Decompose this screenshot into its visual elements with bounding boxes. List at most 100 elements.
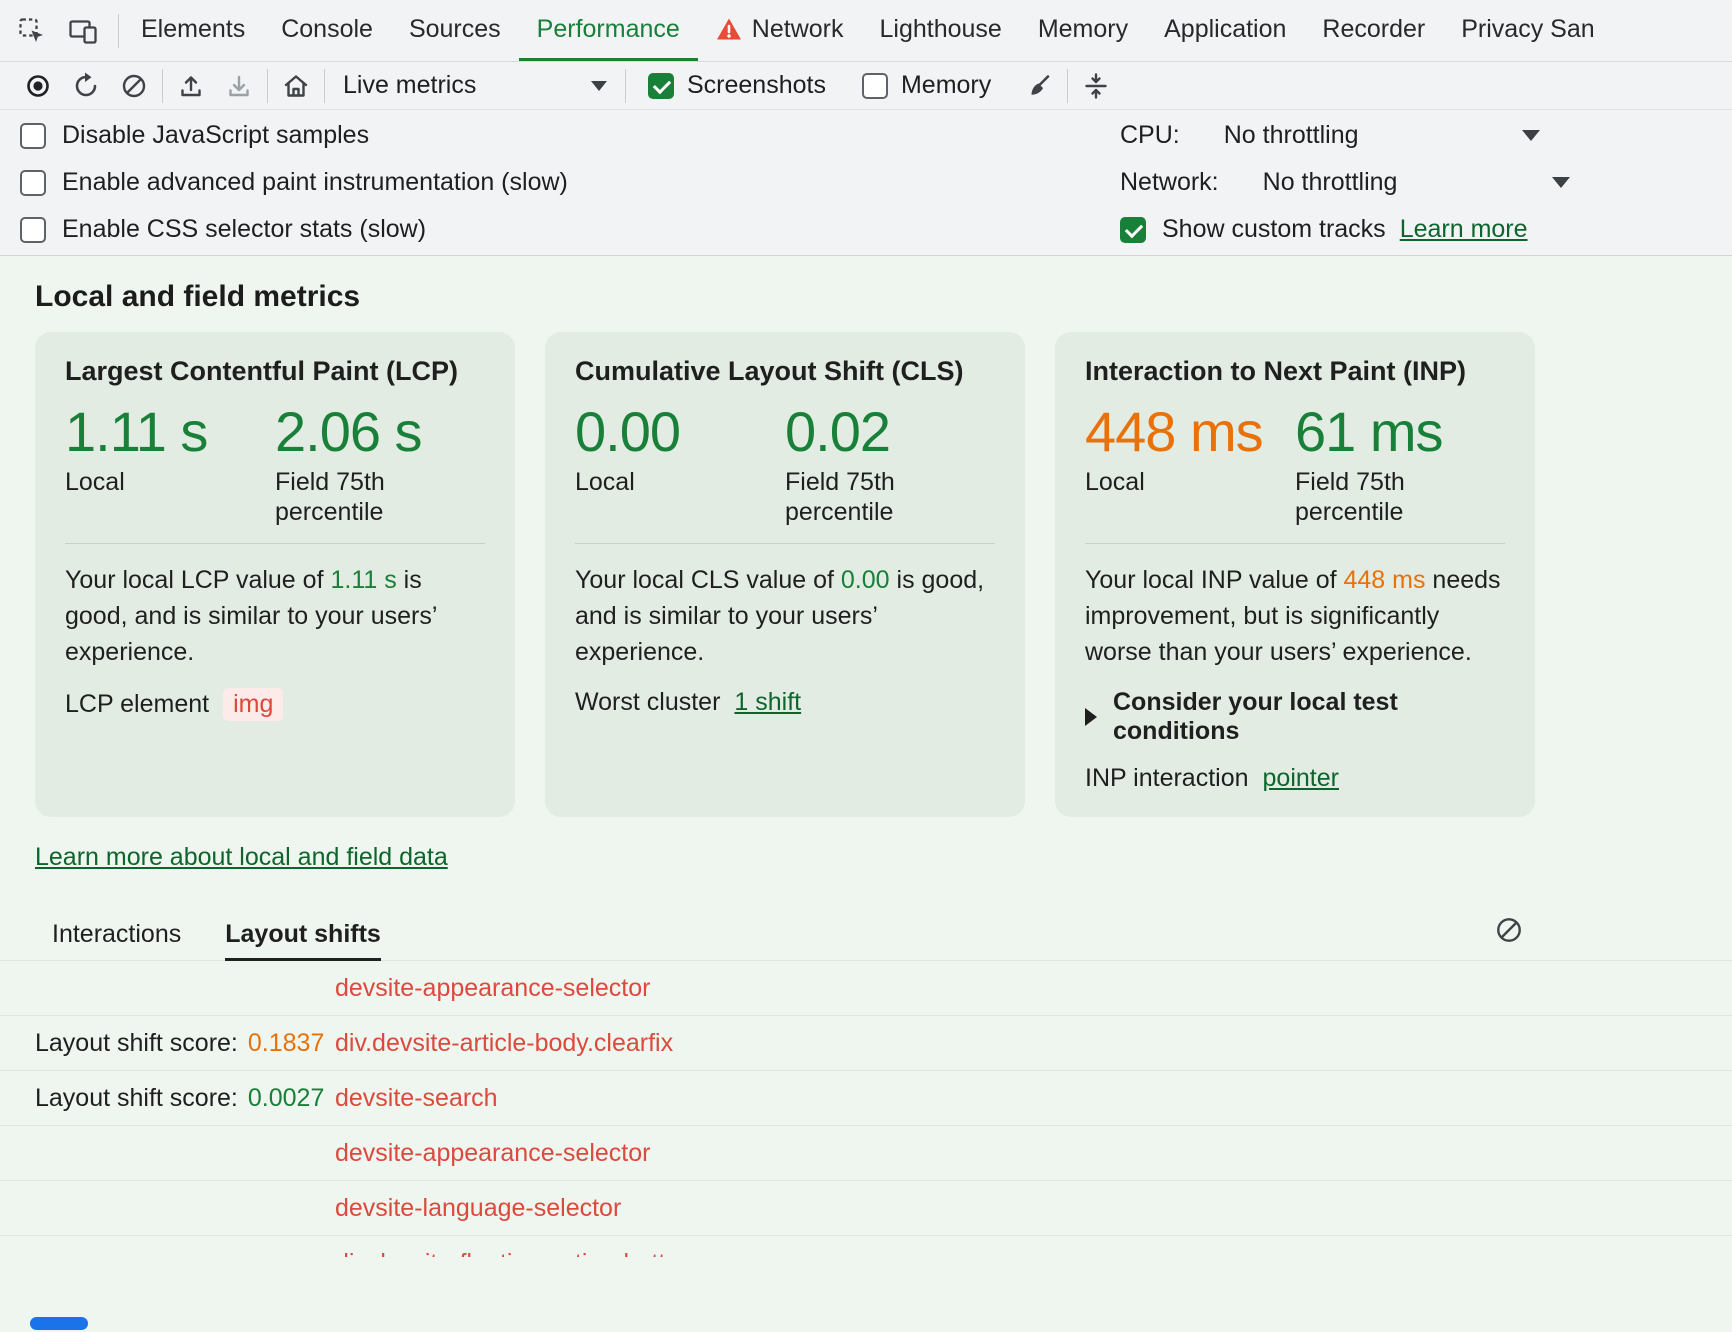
screenshots-checkbox-row[interactable]: Screenshots (648, 71, 826, 100)
inp-test-conditions-disclosure[interactable]: Consider your local test conditions (1085, 688, 1505, 746)
settings-checkboxes: Disable JavaScript samples Enable advanc… (20, 112, 568, 253)
screenshots-checkbox[interactable] (648, 73, 674, 99)
record-button[interactable] (14, 65, 62, 107)
chevron-down-icon (1552, 177, 1570, 188)
inspect-icon[interactable] (18, 17, 46, 45)
devtools-window: Elements Console Sources Performance Net… (0, 0, 1732, 1332)
field-data-learn-more-link[interactable]: Learn more about local and field data (35, 843, 448, 872)
tab-network-label: Network (752, 15, 844, 44)
horizontal-scrollbar-thumb[interactable] (30, 1317, 88, 1330)
custom-tracks-row[interactable]: Show custom tracks Learn more (1120, 206, 1732, 253)
inp-card: Interaction to Next Paint (INP) 448 ms L… (1055, 332, 1535, 817)
advanced-paint-row[interactable]: Enable advanced paint instrumentation (s… (20, 159, 568, 206)
shift-node-link[interactable]: devsite-language-selector (335, 1194, 621, 1223)
memory-checkbox-row[interactable]: Memory (862, 71, 991, 100)
shift-score-value: 0.0027 (248, 1084, 324, 1113)
disable-js-samples-label: Disable JavaScript samples (62, 121, 369, 150)
card-divider (65, 543, 485, 544)
chevron-down-icon (1522, 130, 1540, 141)
device-toolbar-icon[interactable] (68, 17, 98, 45)
tab-privacy-sandbox[interactable]: Privacy Sandbox (1443, 0, 1593, 61)
tab-console-label: Console (281, 15, 373, 44)
panel-mode-value: Live metrics (343, 71, 476, 100)
layout-shift-row: devsite-language-selector (0, 1181, 1732, 1236)
cpu-throttling-row[interactable]: CPU: No throttling (1120, 112, 1732, 159)
cpu-label: CPU: (1120, 121, 1180, 150)
inp-interaction-row: INP interaction pointer (1085, 764, 1505, 793)
collapse-tracks-icon[interactable] (1072, 65, 1120, 107)
css-selector-stats-row[interactable]: Enable CSS selector stats (slow) (20, 206, 568, 253)
load-profile-icon[interactable] (167, 65, 215, 107)
tab-console[interactable]: Console (263, 0, 391, 61)
lcp-element-label: LCP element (65, 690, 209, 719)
cls-desc-prefix: Your local CLS value of (575, 566, 841, 594)
tab-lighthouse[interactable]: Lighthouse (861, 0, 1019, 61)
tab-network[interactable]: Network (698, 0, 862, 61)
cls-desc-value: 0.00 (841, 566, 890, 594)
disable-js-samples-row[interactable]: Disable JavaScript samples (20, 112, 568, 159)
tab-interactions[interactable]: Interactions (52, 912, 181, 961)
shift-node-link[interactable]: devsite-appearance-selector (335, 1139, 650, 1168)
shift-node-link[interactable]: devsite-appearance-selector (335, 974, 650, 1003)
css-selector-stats-checkbox[interactable] (20, 217, 46, 243)
network-throttling-value[interactable]: No throttling (1263, 168, 1398, 197)
cls-values: 0.00 Local 0.02 Field 75th percentile (575, 403, 995, 527)
tab-sources[interactable]: Sources (391, 0, 519, 61)
clear-button[interactable] (110, 65, 158, 107)
tab-application[interactable]: Application (1146, 0, 1304, 61)
tab-layout-shifts-label: Layout shifts (225, 920, 381, 948)
inp-desc-prefix: Your local INP value of (1085, 566, 1344, 594)
advanced-paint-checkbox[interactable] (20, 170, 46, 196)
tab-layout-shifts[interactable]: Layout shifts (225, 912, 381, 961)
cls-field-value: 0.02 (785, 403, 995, 460)
cls-field-label: Field 75th percentile (785, 468, 917, 527)
lcp-element-row: LCP element img (65, 688, 485, 721)
cls-local-label: Local (575, 468, 707, 498)
inp-test-conditions-label: Consider your local test conditions (1113, 688, 1505, 746)
cpu-throttling-value[interactable]: No throttling (1224, 121, 1359, 150)
logs-section: Interactions Layout shifts devsite-appea… (0, 912, 1732, 1257)
layout-shift-row: devsite-appearance-selector (0, 961, 1732, 1016)
tab-memory-label: Memory (1038, 15, 1128, 44)
disable-js-samples-checkbox[interactable] (20, 123, 46, 149)
shift-node-link[interactable]: div.devsite-floating-action-buttons (335, 1249, 706, 1258)
tabbar-icons (18, 0, 114, 61)
lcp-desc-value: 1.11 s (330, 566, 396, 594)
layout-shift-row: Layout shift score: 0.1837 div.devsite-a… (0, 1016, 1732, 1071)
tab-recorder-label: Recorder (1322, 15, 1425, 44)
layout-shift-row: Layout shift score: 0.0027 devsite-searc… (0, 1071, 1732, 1126)
tab-recorder[interactable]: Recorder (1304, 0, 1443, 61)
throttling-settings: CPU: No throttling Network: No throttlin… (1120, 112, 1732, 253)
toolbar-separator (162, 69, 163, 103)
toolbar-separator (324, 69, 325, 103)
tab-bar: Elements Console Sources Performance Net… (0, 0, 1732, 62)
performance-toolbar: Live metrics Screenshots Memory (0, 62, 1732, 110)
chevron-down-icon (591, 81, 607, 91)
shift-node-link[interactable]: div.devsite-article-body.clearfix (335, 1029, 673, 1058)
cls-worst-cluster-link[interactable]: 1 shift (734, 688, 801, 717)
home-live-metrics-icon[interactable] (272, 65, 320, 107)
layout-shift-row: devsite-appearance-selector (0, 1126, 1732, 1181)
tab-sources-label: Sources (409, 15, 501, 44)
disclosure-triangle-icon (1085, 708, 1097, 726)
inp-interaction-link[interactable]: pointer (1263, 764, 1339, 793)
tab-performance[interactable]: Performance (519, 0, 698, 61)
lcp-local-value: 1.11 s (65, 403, 275, 460)
clear-log-icon[interactable] (1494, 915, 1524, 945)
custom-tracks-checkbox[interactable] (1120, 217, 1146, 243)
network-throttling-row[interactable]: Network: No throttling (1120, 159, 1732, 206)
shift-node-link[interactable]: devsite-search (335, 1084, 498, 1113)
panel-mode-select[interactable]: Live metrics (329, 71, 621, 100)
live-metrics-view: Local and field metrics Largest Contentf… (0, 256, 1732, 1332)
inp-interaction-label: INP interaction (1085, 764, 1249, 793)
cls-card: Cumulative Layout Shift (CLS) 0.00 Local… (545, 332, 1025, 817)
reload-record-button[interactable] (62, 65, 110, 107)
lcp-element-node-link[interactable]: img (223, 688, 283, 721)
tab-memory[interactable]: Memory (1020, 0, 1146, 61)
garbage-collect-icon[interactable] (1015, 65, 1063, 107)
tab-elements[interactable]: Elements (123, 0, 263, 61)
save-profile-icon[interactable] (215, 65, 263, 107)
custom-tracks-learn-more-link[interactable]: Learn more (1400, 215, 1528, 244)
lcp-local-label: Local (65, 468, 197, 498)
memory-checkbox[interactable] (862, 73, 888, 99)
